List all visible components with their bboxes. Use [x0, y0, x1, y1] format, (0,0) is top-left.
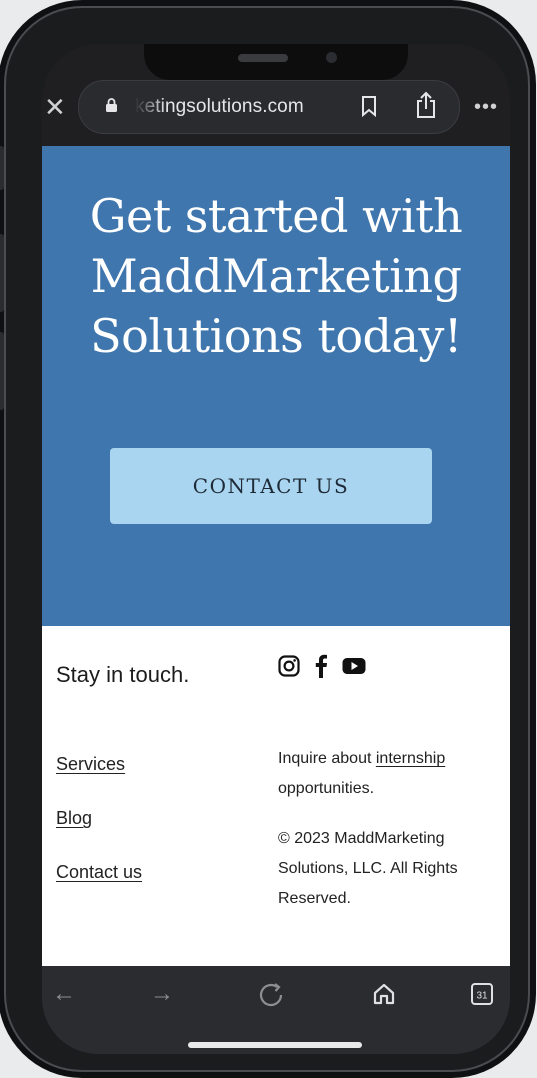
- hero-title: Get started with MaddMarketing Solutions…: [42, 186, 510, 366]
- front-camera: [326, 52, 337, 63]
- footer: Stay in touch. Services Blog Contact us …: [42, 626, 510, 966]
- inquire-suffix: opportunities.: [278, 780, 375, 797]
- more-options-icon[interactable]: •••: [474, 96, 498, 119]
- address-bar[interactable]: ketingsolutions.com: [78, 80, 460, 134]
- side-button-silent: [0, 146, 4, 190]
- phone-frame: ✕ ketingsolutions.com ••• Get started wi…: [0, 6, 530, 1072]
- side-button-volume-down: [0, 332, 4, 410]
- footer-link-blog[interactable]: Blog: [56, 808, 92, 829]
- hero-title-line-1: Get started with: [89, 189, 463, 243]
- back-arrow-icon[interactable]: ←: [52, 980, 76, 1008]
- forward-arrow-icon[interactable]: →: [150, 980, 174, 1008]
- bookmark-icon[interactable]: [361, 95, 377, 118]
- internship-link[interactable]: internship: [376, 750, 445, 767]
- tabs-icon[interactable]: 31: [470, 982, 494, 1013]
- internship-text: Inquire about internship opportunities.: [278, 744, 498, 804]
- facebook-icon[interactable]: [314, 654, 328, 683]
- copyright-line-1: © 2023 MaddMarketing: [278, 830, 445, 847]
- close-icon[interactable]: ✕: [44, 94, 66, 120]
- youtube-icon[interactable]: [342, 657, 366, 680]
- home-icon[interactable]: [372, 982, 396, 1013]
- contact-us-button[interactable]: CONTACT US: [110, 448, 432, 524]
- stay-in-touch-heading: Stay in touch.: [56, 662, 190, 687]
- share-icon[interactable]: [415, 91, 437, 119]
- speaker: [238, 54, 288, 62]
- hero-title-line-2: MaddMarketing: [90, 249, 462, 303]
- copyright-text: © 2023 MaddMarketing Solutions, LLC. All…: [278, 824, 498, 914]
- tabs-count: 31: [476, 991, 488, 1002]
- instagram-icon[interactable]: [278, 655, 300, 682]
- url-fade: [135, 93, 165, 121]
- footer-link-contact[interactable]: Contact us: [56, 862, 142, 883]
- reload-icon[interactable]: [258, 982, 284, 1015]
- phone-screen: ✕ ketingsolutions.com ••• Get started wi…: [42, 44, 510, 1054]
- hero-title-line-3: Solutions today!: [90, 309, 462, 363]
- home-indicator: [188, 1042, 362, 1048]
- browser-bottom-bar: ← → 31: [42, 966, 510, 1054]
- hero-section: Get started with MaddMarketing Solutions…: [42, 146, 510, 626]
- social-icons: [278, 654, 366, 683]
- notch: [144, 44, 408, 80]
- copyright-line-3: Reserved.: [278, 890, 351, 907]
- footer-link-services[interactable]: Services: [56, 754, 125, 775]
- inquire-prefix: Inquire about: [278, 750, 376, 767]
- lock-icon: [105, 98, 118, 112]
- side-button-volume-up: [0, 234, 4, 312]
- url-text: ketingsolutions.com: [135, 96, 304, 117]
- copyright-line-2: Solutions, LLC. All Rights: [278, 860, 458, 877]
